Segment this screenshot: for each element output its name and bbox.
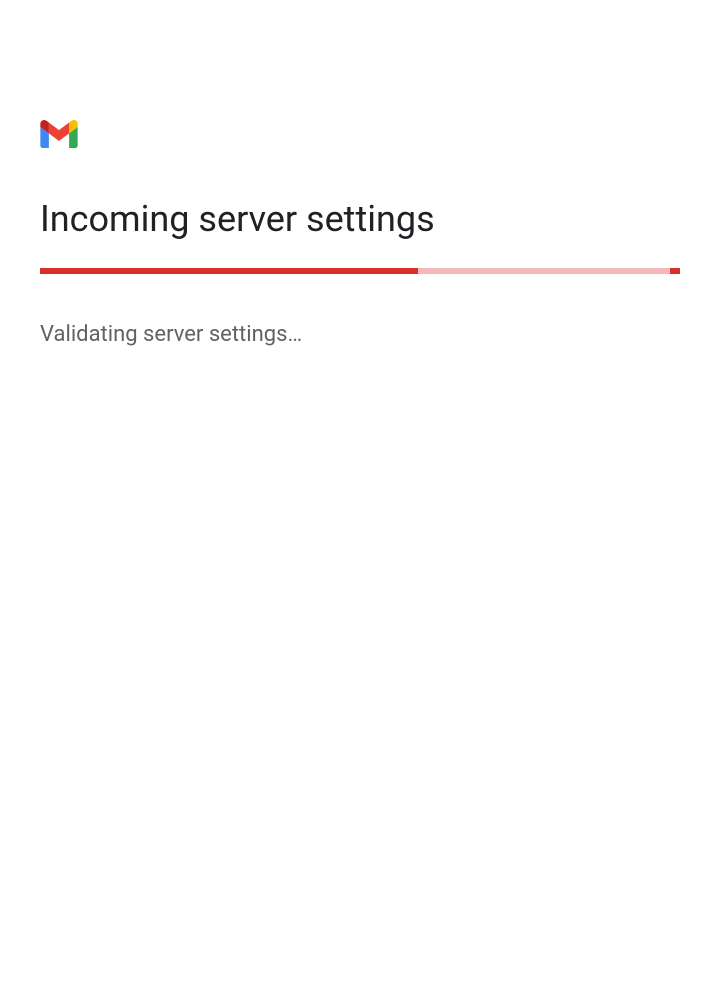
progress-bar-fill xyxy=(40,268,418,274)
gmail-logo-container xyxy=(40,120,680,148)
status-message: Validating server settings… xyxy=(40,322,680,347)
gmail-logo-icon xyxy=(40,120,78,148)
progress-bar-end xyxy=(670,268,680,274)
progress-bar xyxy=(40,268,680,274)
page-title: Incoming server settings xyxy=(40,198,680,240)
